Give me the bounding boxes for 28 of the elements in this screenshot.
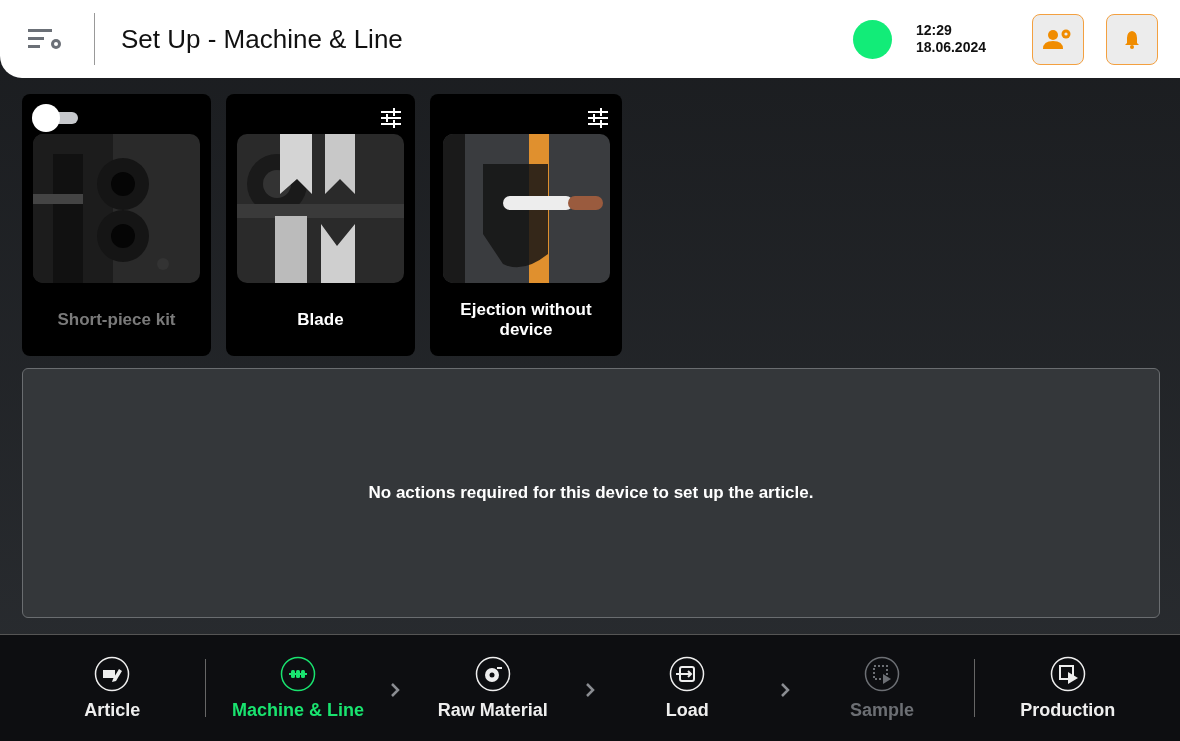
device-card[interactable]: Ejection without device xyxy=(430,94,622,356)
info-message: No actions required for this device to set up the article. xyxy=(368,483,814,503)
pencil-icon xyxy=(94,655,131,692)
step-tab[interactable]: Article xyxy=(20,655,205,721)
date-text: 18.06.2024 xyxy=(915,39,986,56)
step-tab[interactable]: Machine & Line xyxy=(205,655,391,721)
bell-icon xyxy=(1124,29,1140,49)
device-title: Blade xyxy=(296,308,345,331)
load-icon xyxy=(669,655,706,692)
chevron-icon xyxy=(390,682,401,698)
sliders-icon[interactable] xyxy=(381,108,401,128)
device-title: Short-piece kit xyxy=(56,308,177,331)
page-title: Set Up - Machine & Line xyxy=(121,23,403,55)
user-gear-icon xyxy=(1043,28,1073,50)
device-card[interactable]: Blade xyxy=(226,94,415,356)
time-text: 12:29 xyxy=(915,22,953,39)
step-tab[interactable]: Load xyxy=(595,655,780,721)
step-tab[interactable]: Production xyxy=(975,655,1161,721)
rollers-icon xyxy=(280,655,316,692)
production-icon xyxy=(1049,655,1086,692)
sliders-icon[interactable] xyxy=(588,108,608,128)
spool-icon xyxy=(474,655,511,692)
step-tab[interactable]: Raw Material xyxy=(400,655,585,721)
chevron-icon xyxy=(779,682,790,698)
device-title: Ejection without device xyxy=(459,298,593,341)
menu-settings-icon[interactable] xyxy=(28,27,64,51)
chevron-icon xyxy=(585,682,595,698)
sample-icon xyxy=(864,655,900,692)
